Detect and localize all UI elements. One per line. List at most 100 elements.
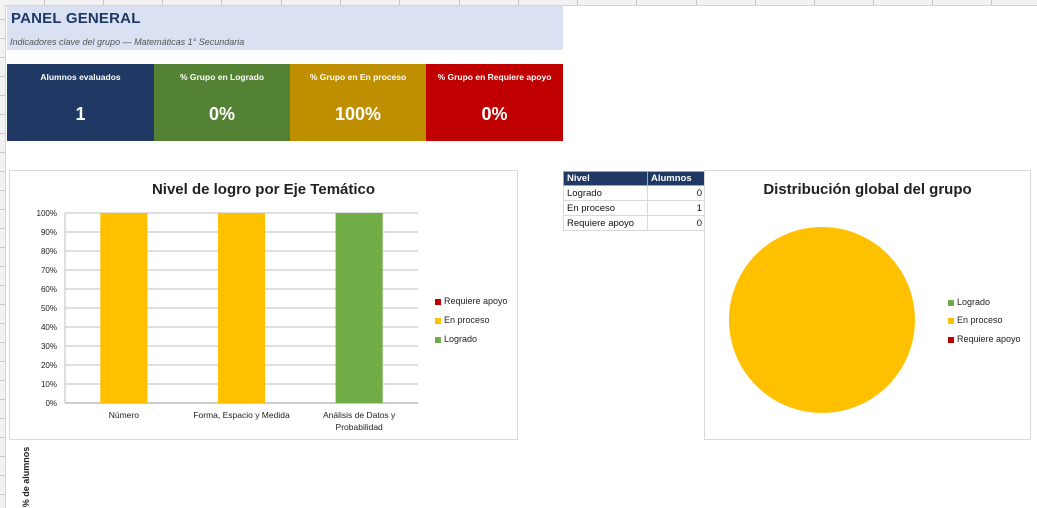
- title-band: PANEL GENERAL Indicadores clave del grup…: [7, 6, 563, 50]
- bar-en-proceso: [217, 213, 266, 403]
- column-divider: [340, 0, 341, 5]
- pie-chart-panel[interactable]: Distribución global del grupo Logrado En…: [704, 170, 1031, 440]
- legend-swatch: [948, 299, 954, 306]
- table-cell[interactable]: Logrado: [563, 185, 648, 201]
- table-row: Logrado 0: [563, 185, 705, 201]
- row-divider: [0, 266, 5, 267]
- page-title: PANEL GENERAL: [11, 10, 141, 27]
- kpi-label: % Grupo en Requiere apoyo: [437, 72, 552, 82]
- row-divider: [0, 95, 5, 96]
- column-divider: [636, 0, 637, 5]
- row-divider: [0, 494, 5, 495]
- y-tick-label: 10%: [41, 380, 57, 389]
- x-tick-label: Número: [109, 410, 140, 420]
- legend-item-en-proceso: En proceso: [435, 315, 490, 325]
- table-cell[interactable]: Requiere apoyo: [563, 215, 648, 231]
- row-divider: [0, 304, 5, 305]
- legend-label: Logrado: [957, 297, 991, 307]
- kpi-card-evaluated[interactable]: Alumnos evaluados 1: [7, 64, 154, 141]
- y-axis-title: % de alumnos: [21, 447, 31, 508]
- y-tick-label: 20%: [41, 361, 57, 370]
- y-tick-label: 30%: [41, 342, 57, 351]
- y-tick-label: 60%: [41, 285, 57, 294]
- row-divider: [0, 228, 5, 229]
- legend-item-logrado: Logrado: [948, 297, 990, 307]
- table-row: Requiere apoyo 0: [563, 215, 705, 231]
- table-cell[interactable]: 1: [647, 200, 705, 216]
- row-divider: [0, 247, 5, 248]
- legend-swatch: [948, 317, 954, 324]
- table-cell[interactable]: 0: [647, 215, 705, 231]
- column-divider: [577, 0, 578, 5]
- y-tick-label: 40%: [41, 323, 57, 332]
- row-divider: [0, 57, 5, 58]
- legend-item-en-proceso: En proceso: [948, 315, 1003, 325]
- y-tick-label: 80%: [41, 247, 57, 256]
- x-tick-label: Probabilidad: [336, 422, 384, 432]
- y-tick-label: 70%: [41, 266, 57, 275]
- row-divider: [0, 475, 5, 476]
- y-tick-label: 0%: [45, 399, 57, 408]
- row-divider: [0, 361, 5, 362]
- column-header[interactable]: Alumnos: [647, 171, 705, 186]
- legend-label: Requiere apoyo: [444, 296, 508, 306]
- page-subtitle: Indicadores clave del grupo — Matemática…: [10, 37, 245, 47]
- legend-label: Logrado: [444, 334, 478, 344]
- x-tick-label: Análisis de Datos y: [323, 410, 396, 420]
- column-divider: [932, 0, 933, 5]
- row-divider: [0, 38, 5, 39]
- column-divider: [696, 0, 697, 5]
- column-divider: [221, 0, 222, 5]
- legend-label: En proceso: [957, 315, 1003, 325]
- kpi-value: 1: [75, 104, 86, 124]
- column-divider: [873, 0, 874, 5]
- row-divider: [0, 342, 5, 343]
- column-divider: [44, 0, 45, 5]
- kpi-card-logrado[interactable]: % Grupo en Logrado 0%: [154, 64, 290, 141]
- kpi-label: % Grupo en En proceso: [309, 72, 407, 82]
- y-tick-label: 90%: [41, 228, 57, 237]
- legend-item-requiere-apoyo: Requiere apoyo: [435, 296, 508, 306]
- row-headers[interactable]: [0, 5, 6, 508]
- row-divider: [0, 399, 5, 400]
- column-divider: [755, 0, 756, 5]
- kpi-card-requiere-apoyo[interactable]: % Grupo en Requiere apoyo 0%: [426, 64, 563, 141]
- legend-swatch: [435, 317, 441, 324]
- row-divider: [0, 323, 5, 324]
- column-header[interactable]: Nivel: [563, 171, 648, 186]
- legend-swatch: [435, 336, 441, 343]
- legend-label: Requiere apoyo: [957, 334, 1021, 344]
- row-divider: [0, 133, 5, 134]
- column-divider: [162, 0, 163, 5]
- legend-item-logrado: Logrado: [435, 334, 477, 344]
- table-cell[interactable]: En proceso: [563, 200, 648, 216]
- bar-chart-panel[interactable]: Nivel de logro por Eje Temático % de alu…: [9, 170, 518, 507]
- row-divider: [0, 380, 5, 381]
- y-tick-label: 100%: [37, 209, 57, 218]
- row-divider: [0, 285, 5, 286]
- column-divider: [281, 0, 282, 5]
- table-header-row: Nivel Alumnos: [563, 171, 705, 186]
- row-divider: [0, 171, 5, 172]
- column-divider: [459, 0, 460, 5]
- kpi-label: % Grupo en Logrado: [179, 72, 265, 82]
- y-tick-label: 50%: [41, 304, 57, 313]
- kpi-value: 0%: [208, 104, 235, 124]
- legend-swatch: [435, 298, 441, 305]
- column-divider: [399, 0, 400, 5]
- kpi-value: 0%: [481, 104, 508, 124]
- level-count-table: Nivel Alumnos Logrado 0 En proceso 1 Req…: [563, 171, 705, 231]
- bar-logrado: [335, 213, 383, 403]
- kpi-card-en-proceso[interactable]: % Grupo en En proceso 100%: [290, 64, 426, 141]
- column-divider: [518, 0, 519, 5]
- column-divider: [103, 0, 104, 5]
- legend-label: En proceso: [444, 315, 490, 325]
- table-cell[interactable]: 0: [647, 185, 705, 201]
- bar-en-proceso: [100, 213, 148, 403]
- pie-slice-en-proceso: [729, 227, 915, 413]
- x-tick-label: Forma, Espacio y Medida: [193, 410, 290, 420]
- row-divider: [0, 190, 5, 191]
- legend-swatch: [948, 336, 954, 343]
- row-divider: [0, 152, 5, 153]
- legend-item-requiere-apoyo: Requiere apoyo: [948, 334, 1021, 344]
